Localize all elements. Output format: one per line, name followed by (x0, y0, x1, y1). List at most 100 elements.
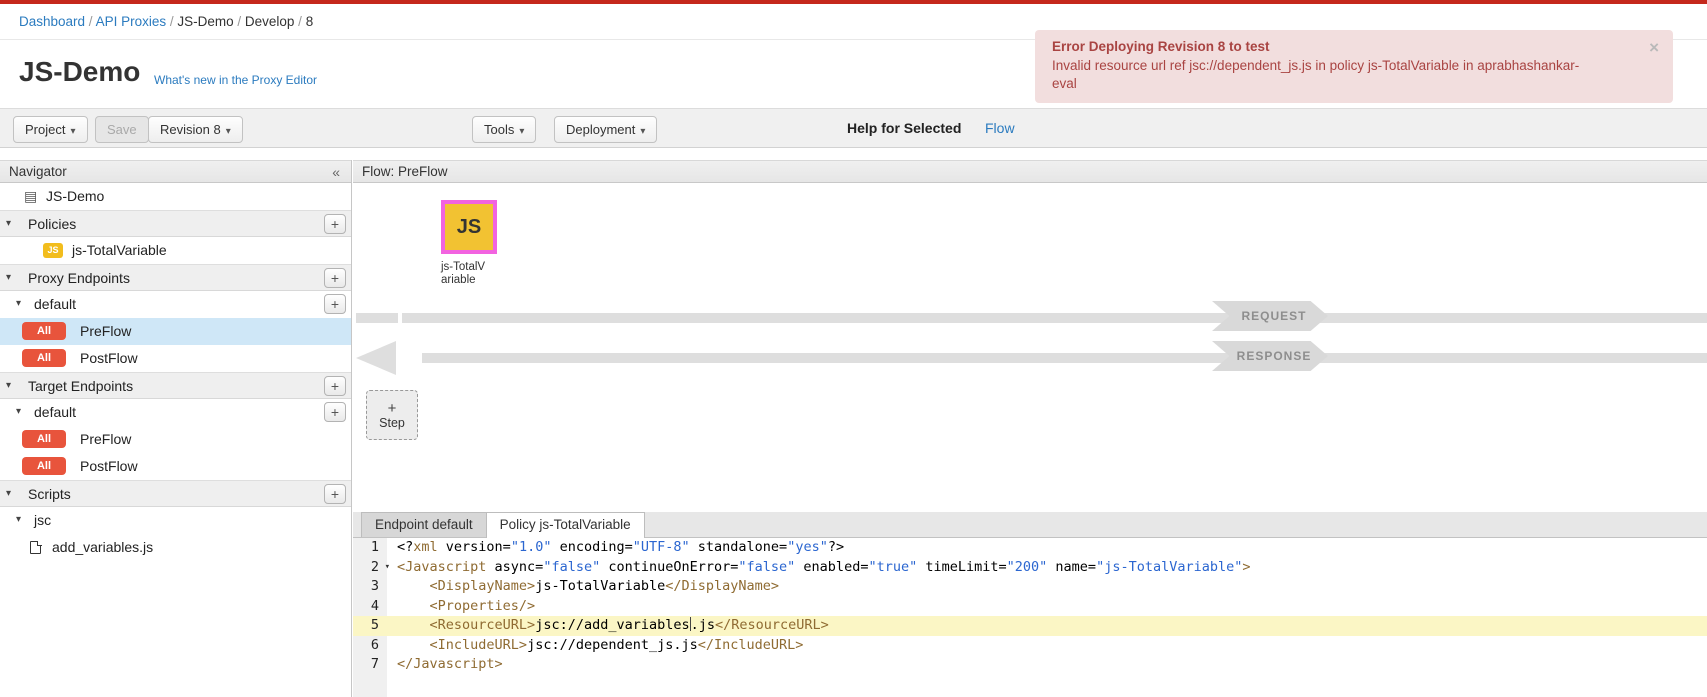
chevron-down-icon: ▾ (6, 481, 11, 507)
add-target-endpoints-button[interactable]: + (324, 376, 346, 396)
code-token: <ResourceURL> (430, 617, 536, 633)
code-token: </Javascript> (397, 656, 503, 672)
fold-caret-icon[interactable]: ▾ (385, 558, 390, 578)
sidebar-item-js-totalvariable[interactable]: JSjs-TotalVariable (0, 237, 351, 264)
add-default-button[interactable]: + (324, 402, 346, 422)
sidebar-item-label: add_variables.js (52, 539, 153, 555)
chevron-down-icon: ▾ (70, 126, 75, 137)
sidebar-item-label: PostFlow (80, 350, 138, 366)
chevron-down-icon: ▾ (6, 373, 11, 399)
whats-new-link[interactable]: What's new in the Proxy Editor (154, 73, 317, 87)
sidebar-item-scripts[interactable]: ▾Scripts+ (0, 480, 351, 507)
sidebar-item-label: PreFlow (80, 431, 131, 447)
code-token: <Properties/> (430, 598, 536, 614)
breadcrumb-item-api-proxies[interactable]: API Proxies (96, 14, 167, 29)
sidebar-item-label: jsc (34, 512, 51, 528)
page-title: JS-Demo (19, 56, 140, 88)
sidebar-item-policies[interactable]: ▾Policies+ (0, 210, 351, 237)
flow-canvas: JS js-TotalV ariable REQUEST RESPONSE + (353, 183, 1707, 512)
file-icon (30, 541, 41, 554)
breadcrumb-item-dashboard[interactable]: Dashboard (19, 14, 85, 29)
content-area: Navigator « ▤JS-Demo▾Policies+JSjs-Total… (0, 160, 1707, 697)
navigator-panel: Navigator « ▤JS-Demo▾Policies+JSjs-Total… (0, 160, 352, 697)
project-button[interactable]: Project ▾ (13, 116, 88, 143)
save-button[interactable]: Save (95, 116, 149, 143)
code-line-4: 4 <Properties/> (353, 597, 1707, 617)
sidebar-item-preflow[interactable]: AllPreFlow (0, 318, 351, 345)
add-policies-button[interactable]: + (324, 214, 346, 234)
code-area[interactable]: 1<?xml version="1.0" encoding="UTF-8" st… (353, 538, 1707, 697)
sidebar-item-postflow[interactable]: AllPostFlow (0, 345, 351, 372)
collapse-panel-button[interactable]: « (327, 161, 345, 183)
app-root: Dashboard / API Proxies / JS-Demo / Deve… (0, 0, 1707, 697)
tab-endpoint-default[interactable]: Endpoint default (361, 512, 487, 537)
request-banner-label: REQUEST (1241, 309, 1306, 323)
add-scripts-button[interactable]: + (324, 484, 346, 504)
sidebar-item-label: JS-Demo (46, 188, 104, 204)
sidebar-item-add-variables-js[interactable]: add_variables.js (0, 534, 351, 561)
revision-button[interactable]: Revision 8▾ (148, 116, 243, 143)
sidebar-item-default[interactable]: ▾ default + (0, 399, 351, 426)
policy-js-totalvariable[interactable]: JS (441, 200, 497, 254)
code-token: </ResourceURL> (715, 617, 829, 633)
all-badge: All (22, 457, 66, 475)
navigator-tree: ▤JS-Demo ▾ Policies + JSjs-TotalVariable ▾ Pro… (0, 183, 351, 561)
code-token: <IncludeURL> (430, 637, 528, 653)
button-label: Deployment (566, 122, 635, 137)
code-text: <ResourceURL>jsc://add_variables.js</Res… (387, 617, 829, 633)
notification-message: Invalid resource url ref jsc://dependent… (1052, 57, 1597, 93)
sidebar-item-preflow[interactable]: AllPreFlow (0, 426, 351, 453)
flow-help-link[interactable]: Flow (985, 109, 1015, 148)
sidebar-item-label: PostFlow (80, 458, 138, 474)
editor-tabs: Endpoint defaultPolicy js-TotalVariable (353, 512, 1707, 538)
code-token: continueOnError= (600, 559, 738, 575)
add-default-button[interactable]: + (324, 294, 346, 314)
chevron-down-icon: ▾ (16, 507, 21, 533)
sidebar-item-postflow[interactable]: All PostFlow (0, 453, 351, 480)
help-for-selected-label: Help for Selected (847, 109, 961, 148)
close-icon[interactable]: × (1649, 38, 1659, 58)
sidebar-item-label: Policies (28, 216, 76, 232)
code-token: name= (1047, 559, 1096, 575)
code-token: standalone= (690, 539, 788, 555)
breadcrumb-list: Dashboard / API Proxies / JS-Demo / Deve… (19, 14, 313, 29)
request-line-start (356, 313, 398, 323)
code-line-7: 7</Javascript> (353, 655, 1707, 675)
sidebar-item-proxy-endpoints[interactable]: ▾Proxy Endpoints+ (0, 264, 351, 291)
code-token (397, 617, 430, 633)
deployment-button[interactable]: Deployment▾ (554, 116, 657, 143)
sidebar-item-label: Proxy Endpoints (28, 270, 130, 286)
code-token: "true" (868, 559, 917, 575)
code-line-5: 5 <ResourceURL>jsc://add_variables.js</R… (353, 616, 1707, 636)
sidebar-item-js-demo[interactable]: ▤JS-Demo (0, 183, 351, 210)
line-number: 1 (353, 538, 387, 558)
line-number: 6 (353, 636, 387, 656)
step-button-label: Step (379, 416, 405, 430)
add-step-button[interactable]: + Step (366, 390, 418, 440)
policy-label-line: ariable (441, 274, 541, 287)
code-text: <?xml version="1.0" encoding="UTF-8" sta… (387, 539, 844, 555)
sidebar-item-jsc[interactable]: ▾ jsc (0, 507, 351, 534)
js-policy-icon: JS (457, 216, 481, 239)
all-badge: All (22, 322, 66, 340)
line-number: 3 (353, 577, 387, 597)
button-label: Project (25, 122, 65, 137)
request-banner: REQUEST (1212, 301, 1328, 331)
plus-icon: + (388, 401, 397, 416)
add-proxy-endpoints-button[interactable]: + (324, 268, 346, 288)
sidebar-item-label: Target Endpoints (28, 378, 133, 394)
code-token: <Javascript (397, 559, 486, 575)
line-number: 4 (353, 597, 387, 617)
code-token: "200" (1007, 559, 1048, 575)
chevron-down-icon: ▾ (16, 399, 21, 425)
breadcrumb-item-js-demo: JS-Demo (177, 14, 233, 29)
tab-policy-js-totalvariable[interactable]: Policy js-TotalVariable (486, 512, 645, 538)
sidebar-item-default[interactable]: ▾default+ (0, 291, 351, 318)
tools-button[interactable]: Tools▾ (472, 116, 536, 143)
sidebar-item-label: default (34, 404, 76, 420)
sidebar-item-target-endpoints[interactable]: ▾ Target Endpoints + (0, 372, 351, 399)
code-token: async= (486, 559, 543, 575)
breadcrumb-separator: / (234, 14, 245, 29)
code-token: .js (691, 617, 715, 633)
breadcrumb-separator: / (166, 14, 177, 29)
